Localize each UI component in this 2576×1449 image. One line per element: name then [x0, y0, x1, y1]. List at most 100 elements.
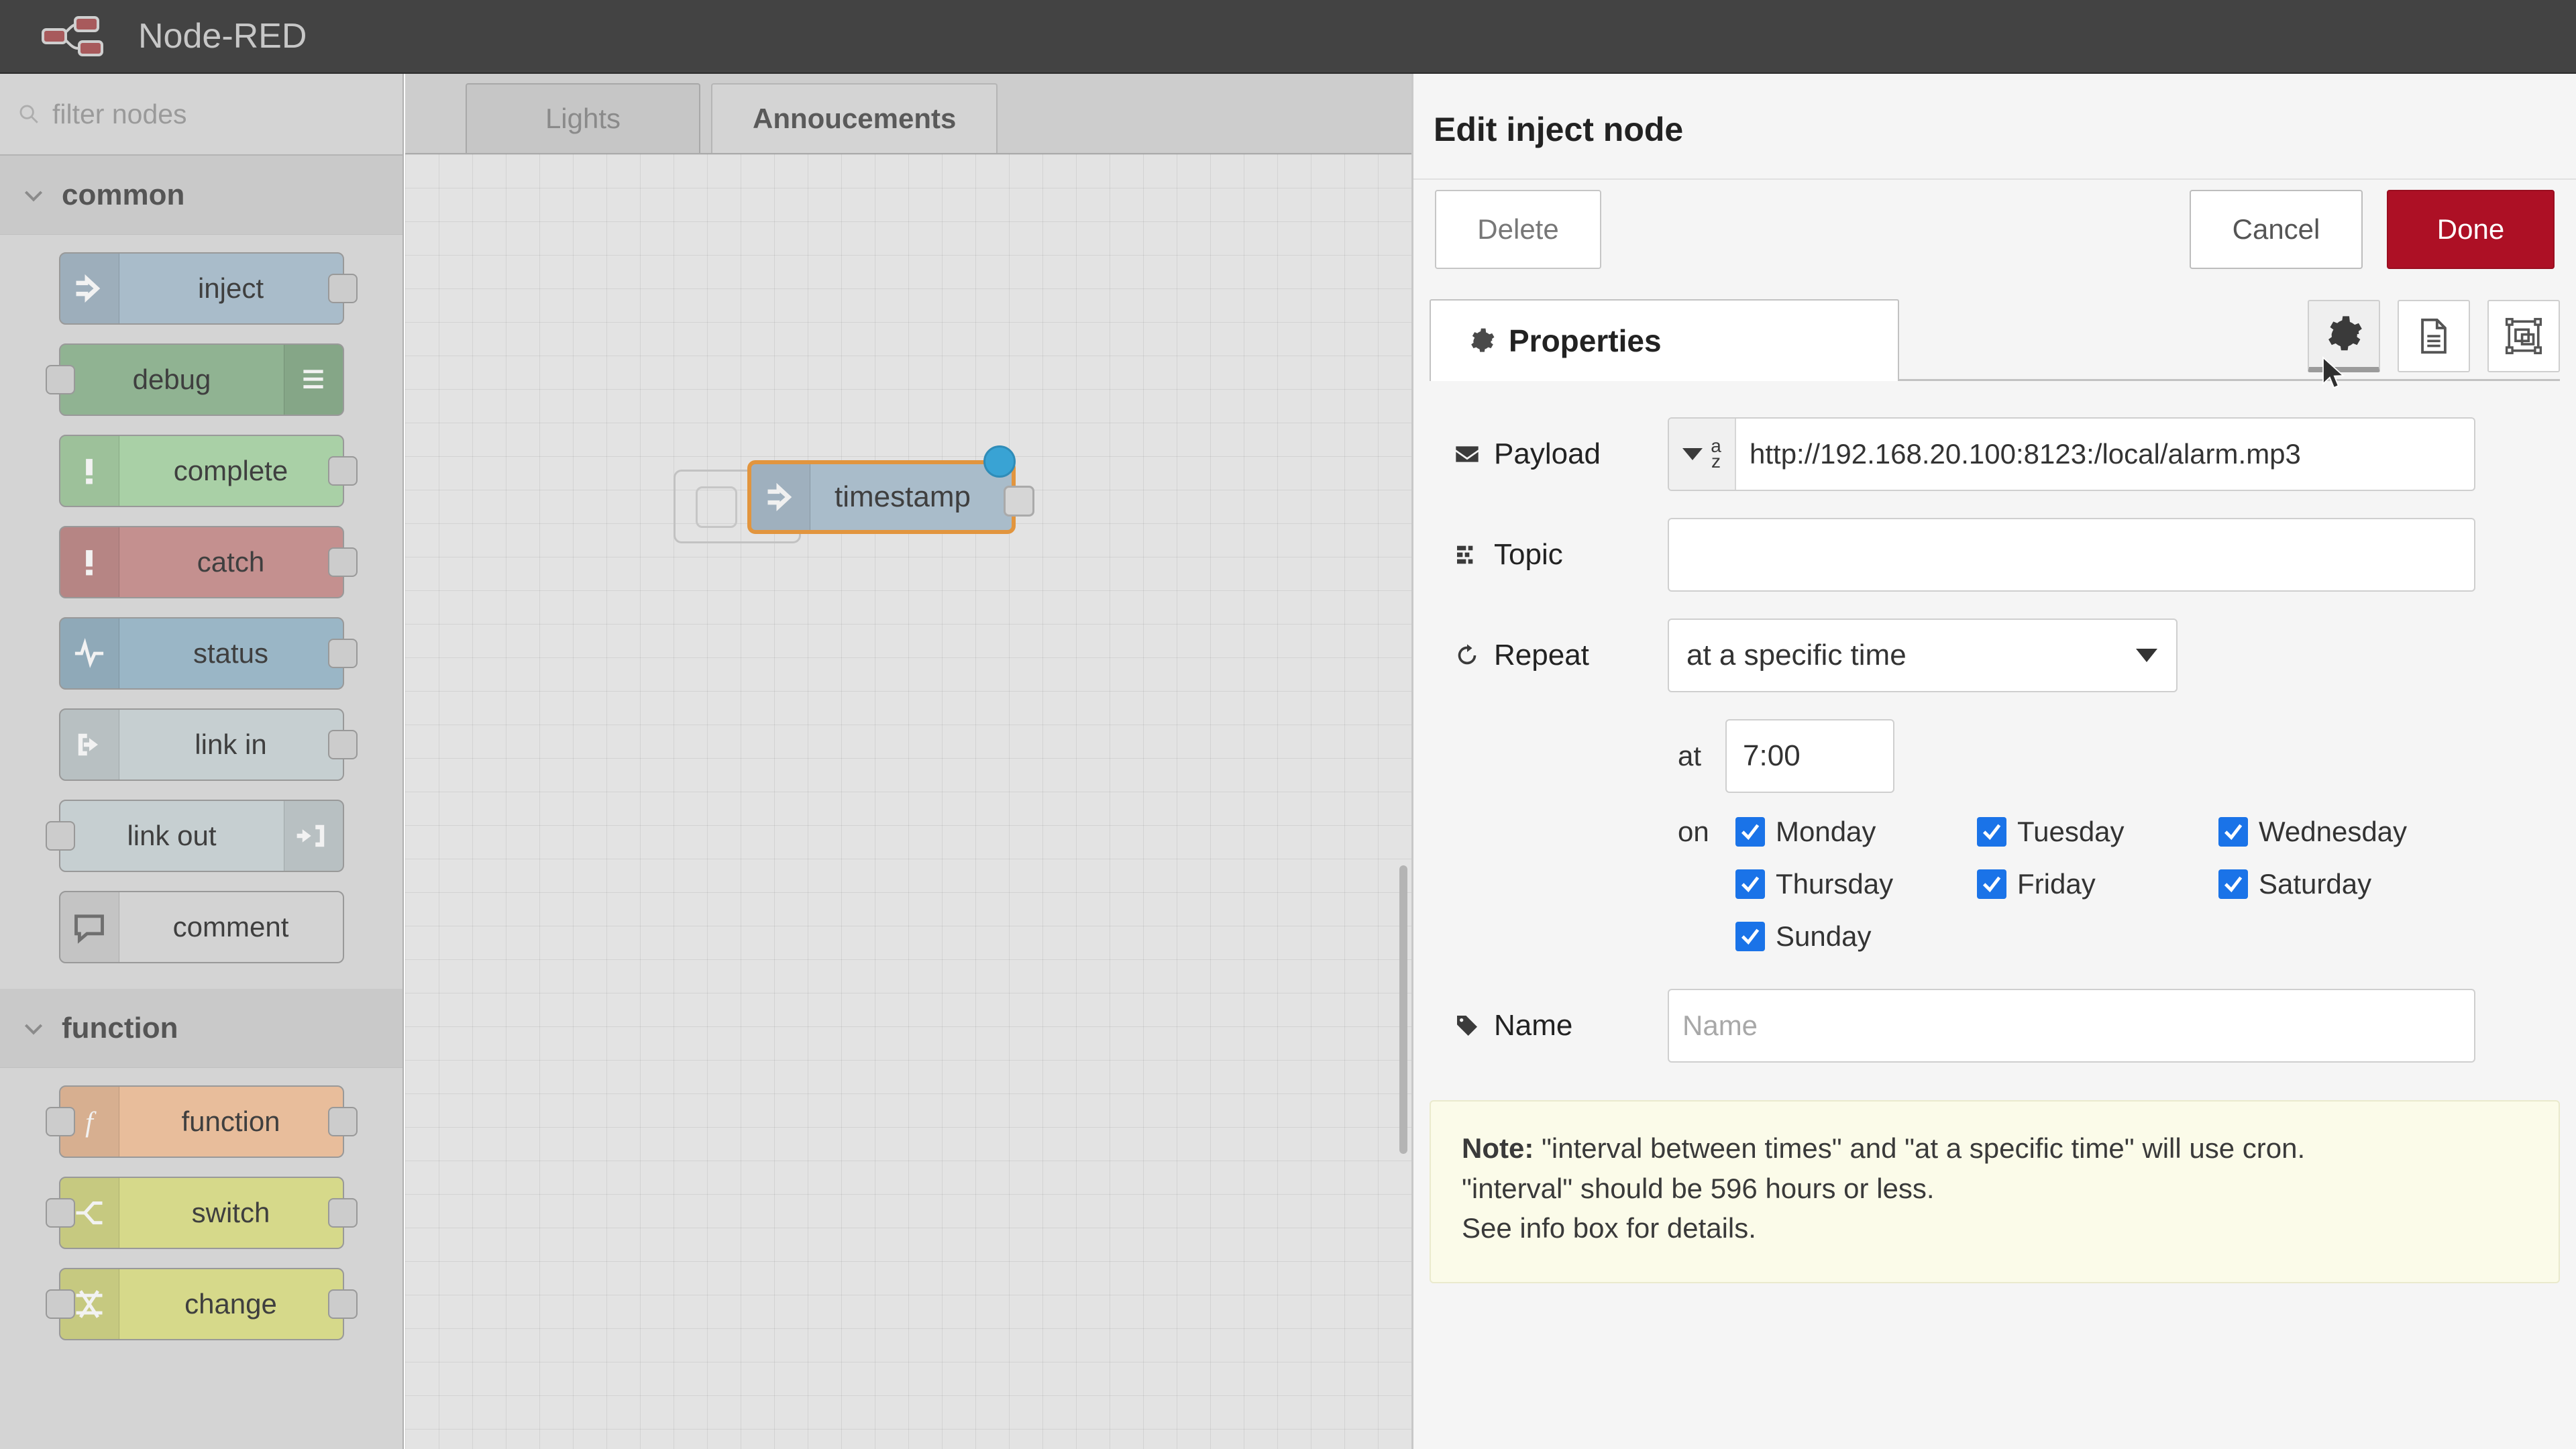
- check-icon: [1982, 824, 2001, 841]
- palette-node-link-out[interactable]: link out: [45, 800, 344, 872]
- svg-text:f: f: [85, 1107, 97, 1138]
- workspace-scrollbar[interactable]: [1399, 865, 1407, 1154]
- flow-tab-lights[interactable]: Lights: [466, 83, 700, 153]
- checkbox-checked-icon[interactable]: [1735, 869, 1765, 899]
- payload-input-group[interactable]: az http://192.168.20.100:8123:/local/ala…: [1668, 417, 2475, 491]
- chevron-down-icon: [2136, 649, 2157, 662]
- done-button[interactable]: Done: [2387, 190, 2555, 269]
- node-status-dot: [983, 445, 1016, 478]
- brand-title: Node-RED: [138, 17, 307, 56]
- checkbox-checked-icon[interactable]: [2218, 869, 2248, 899]
- repeat-select[interactable]: at a specific time: [1668, 619, 2178, 692]
- check-icon: [2224, 876, 2243, 893]
- appearance-pane-button[interactable]: [2487, 300, 2560, 372]
- description-pane-button[interactable]: [2398, 300, 2470, 372]
- palette-category-common[interactable]: common: [0, 156, 402, 235]
- palette-node-debug[interactable]: debug: [45, 343, 344, 416]
- day-label: Wednesday: [2259, 816, 2408, 847]
- node-output-port[interactable]: [1004, 486, 1034, 517]
- topic-input-group[interactable]: [1668, 518, 2475, 592]
- palette-node-port-right: [327, 274, 358, 303]
- flow-tab-bar: Lights Annoucements: [405, 74, 1411, 154]
- chevron-down-icon: [24, 191, 43, 201]
- palette-node-comment[interactable]: comment: [58, 891, 344, 963]
- flow-tab-annoucements[interactable]: Annoucements: [711, 83, 998, 153]
- delete-button[interactable]: Delete: [1435, 190, 1601, 269]
- document-icon: [2421, 318, 2447, 354]
- palette-node-port-left: [45, 1107, 75, 1136]
- comment-icon: [74, 914, 104, 944]
- tab-properties[interactable]: Properties: [1430, 299, 1899, 381]
- check-icon: [1741, 824, 1760, 841]
- palette-node-status[interactable]: status: [58, 617, 358, 690]
- payload-input[interactable]: http://192.168.20.100:8123:/local/alarm.…: [1736, 438, 2474, 470]
- day-label: Friday: [2017, 868, 2096, 900]
- day-label: Monday: [1776, 816, 1876, 847]
- day-checkbox-saturday[interactable]: Saturday: [2218, 868, 2460, 900]
- palette-node-port-left: [45, 1289, 75, 1319]
- flow-node-timestamp[interactable]: timestamp: [747, 445, 1034, 534]
- palette-sidebar: filter nodes common inject debug complete ca…: [0, 74, 404, 1449]
- note-prefix: Note:: [1462, 1132, 1534, 1164]
- cancel-button[interactable]: Cancel: [2190, 190, 2363, 269]
- day-checkbox-wednesday[interactable]: Wednesday: [2218, 816, 2460, 848]
- day-label: Thursday: [1776, 868, 1894, 900]
- search-icon: [19, 105, 38, 123]
- checkbox-checked-icon[interactable]: [1977, 869, 2006, 899]
- tag-icon: [1457, 1016, 1477, 1036]
- palette-node-label: catch: [197, 546, 265, 578]
- palette-node-complete[interactable]: complete: [58, 435, 358, 507]
- name-input[interactable]: Name: [1669, 1010, 2474, 1042]
- search-input[interactable]: filter nodes: [52, 99, 187, 130]
- palette-category-function[interactable]: function: [0, 989, 402, 1068]
- dialog-title: Edit inject node: [1434, 111, 1684, 148]
- palette-node-catch[interactable]: catch: [58, 526, 358, 598]
- day-checkbox-tuesday[interactable]: Tuesday: [1977, 816, 2218, 848]
- note-line-2: "interval" should be 596 hours or less.: [1462, 1172, 1935, 1204]
- palette-node-label: comment: [172, 911, 289, 943]
- palette-node-label: change: [184, 1288, 277, 1320]
- palette-node-label: link in: [195, 729, 267, 760]
- payload-type-button[interactable]: az: [1669, 419, 1736, 490]
- checkbox-checked-icon[interactable]: [1977, 817, 2006, 847]
- palette-node-function[interactable]: f function: [45, 1085, 358, 1158]
- flow-canvas[interactable]: timestamp: [405, 154, 1411, 1449]
- day-checkbox-thursday[interactable]: Thursday: [1735, 868, 1977, 900]
- repeat-selected-value: at a specific time: [1686, 639, 1907, 672]
- palette-node-port-left: [45, 821, 75, 851]
- envelope-icon: [1456, 446, 1479, 462]
- day-checkbox-monday[interactable]: Monday: [1735, 816, 1977, 848]
- edit-node-dialog: Edit inject node Delete Cancel Done Prop…: [1411, 74, 2576, 1449]
- checkbox-checked-icon[interactable]: [1735, 817, 1765, 847]
- node-red-editor: Node-RED filter nodes common inject debug c…: [0, 0, 2576, 1449]
- on-days-row: on Monday Tuesday Wednesday Thursday Friday S…: [1430, 816, 2560, 973]
- name-input-group[interactable]: Name: [1668, 989, 2475, 1063]
- day-checkbox-friday[interactable]: Friday: [1977, 868, 2218, 900]
- brand-logo[interactable]: Node-RED: [40, 15, 307, 58]
- checkbox-checked-icon[interactable]: [1735, 922, 1765, 951]
- debug-lines-icon: [283, 345, 343, 415]
- palette-node-port-right: [327, 1198, 358, 1228]
- palette-node-inject[interactable]: inject: [58, 252, 358, 325]
- palette-node-label: function: [181, 1106, 280, 1137]
- inject-arrow-icon: [60, 254, 119, 323]
- palette-node-label: complete: [173, 455, 288, 486]
- link-in-icon: [78, 733, 98, 756]
- day-checkbox-sunday[interactable]: Sunday: [1735, 920, 1977, 953]
- palette-node-port-right: [327, 1289, 358, 1319]
- palette-node-port-right: [327, 1107, 358, 1136]
- pulse-icon: [60, 619, 119, 688]
- inject-arrow-icon: [76, 274, 101, 303]
- palette-search-row[interactable]: filter nodes: [0, 74, 402, 156]
- checkbox-checked-icon[interactable]: [2218, 817, 2248, 847]
- palette-category-label: function: [62, 1011, 178, 1044]
- palette-category-label: common: [62, 178, 185, 211]
- day-label: Tuesday: [2017, 816, 2125, 847]
- palette-node-port-right: [327, 547, 358, 577]
- palette-node-link-in[interactable]: link in: [58, 708, 358, 781]
- payload-label: Payload: [1430, 437, 1668, 471]
- palette-node-switch[interactable]: switch: [45, 1177, 358, 1249]
- check-icon: [2224, 824, 2243, 841]
- palette-node-change[interactable]: change: [45, 1268, 358, 1340]
- at-time-input[interactable]: 7:00: [1725, 719, 1895, 793]
